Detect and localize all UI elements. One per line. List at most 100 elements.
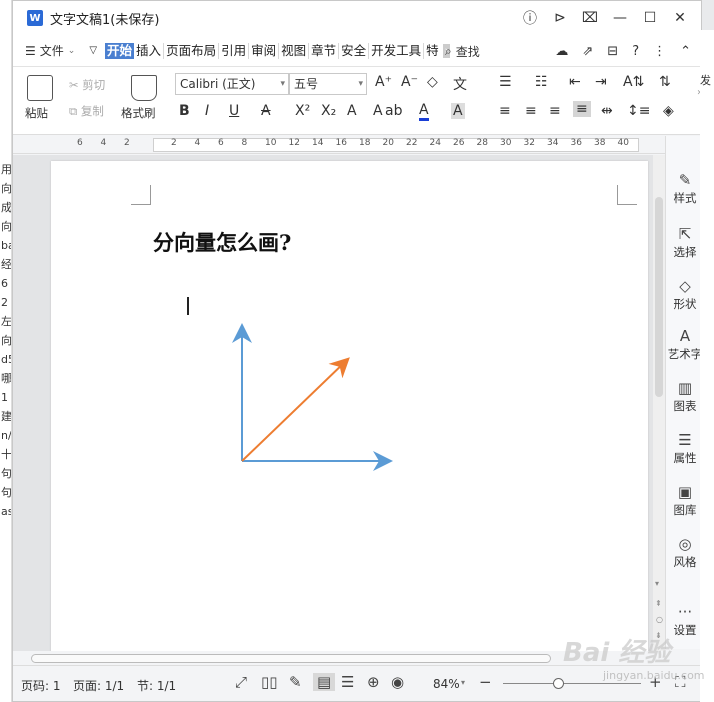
char-shading-icon[interactable]: A — [373, 103, 383, 119]
collapse-ribbon-icon[interactable]: ⌃ — [680, 44, 691, 59]
pages-status[interactable]: 页面: 1/1 — [73, 677, 124, 694]
eye-protection-icon[interactable]: ◉ — [391, 673, 404, 691]
shading-icon[interactable]: ◈ — [663, 103, 674, 119]
italic-icon[interactable]: I — [205, 103, 209, 119]
select-browse-icon[interactable]: ○ — [656, 615, 663, 624]
font-color-icon[interactable]: A — [419, 103, 429, 121]
web-view-icon[interactable]: ⊕ — [367, 673, 380, 691]
side-panel-item[interactable]: ☰ 属性 — [666, 430, 704, 466]
superscript-icon[interactable]: X² — [295, 103, 310, 119]
align-left-icon[interactable]: ≡ — [499, 103, 511, 119]
vertical-scrollbar[interactable]: ▾ ⇞ ○ ⇟ — [653, 155, 665, 651]
side-panel-item[interactable]: ▥ 图表 — [666, 378, 704, 414]
side-panel-item[interactable]: ⇱ 选择 — [666, 224, 704, 260]
side-panel-item[interactable]: ✎ 样式 — [666, 170, 704, 206]
phonetic-icon[interactable]: 文 — [453, 74, 467, 94]
copy-button[interactable]: ⧉ 复制 — [69, 103, 104, 119]
tab-references[interactable]: 引用 — [219, 42, 250, 59]
horizontal-scroll-thumb[interactable] — [31, 654, 551, 663]
tab-home[interactable]: 开始 — [105, 42, 135, 59]
maximize-icon[interactable]: ☐ — [635, 10, 665, 26]
paste-icon[interactable] — [27, 75, 53, 101]
document-heading[interactable]: 分向量怎么画? — [153, 227, 291, 257]
tab-special[interactable]: 特 — [424, 43, 441, 59]
side-panel-item[interactable]: ▣ 图库 — [666, 482, 704, 518]
numbered-list-icon[interactable]: ☷ — [535, 74, 548, 90]
share-icon[interactable]: ⇗ — [582, 44, 593, 59]
decrease-indent-icon[interactable]: ⇤ — [569, 74, 581, 90]
format-painter-icon[interactable] — [131, 75, 157, 101]
underline-icon[interactable]: U — [229, 103, 239, 119]
minimize-icon[interactable]: — — [605, 10, 635, 26]
bold-icon[interactable]: B — [179, 103, 190, 119]
tab-page-layout[interactable]: 页面布局 — [164, 42, 220, 59]
page-number-status[interactable]: 页码: 1 — [21, 677, 61, 694]
zoom-level[interactable]: 84% — [433, 677, 460, 691]
paste-label[interactable]: 粘贴 — [25, 105, 48, 121]
bg-left-line: 向 — [1, 182, 12, 195]
side-panel-item[interactable]: A 艺术字 — [666, 326, 704, 362]
scroll-down-icon[interactable]: ▾ — [655, 579, 659, 588]
font-size-select[interactable]: 五号 ▾ — [289, 73, 367, 95]
clear-format-icon[interactable]: ◇ — [427, 74, 438, 90]
justify-icon[interactable]: ≡ — [573, 101, 591, 117]
side-panel-item[interactable]: ◇ 形状 — [666, 276, 704, 312]
cut-button[interactable]: ✂ 剪切 — [69, 77, 105, 93]
document-page[interactable]: 分向量怎么画? — [51, 161, 648, 651]
format-painter-label[interactable]: 格式刷 — [121, 105, 156, 121]
text-direction-icon[interactable]: A⇅ — [623, 74, 644, 90]
file-menu[interactable]: ☰ 文件 ⌄ — [25, 42, 75, 59]
text-effect-icon[interactable]: A — [347, 103, 357, 119]
zoom-out-icon[interactable]: − — [479, 673, 492, 691]
align-center-icon[interactable]: ≡ — [525, 103, 537, 119]
restore-window-icon[interactable]: ⌧ — [575, 10, 605, 26]
zoom-slider[interactable] — [503, 678, 641, 689]
tab-insert[interactable]: 插入 — [134, 42, 165, 59]
highlight-icon[interactable]: ab — [385, 103, 402, 119]
strikethrough-icon[interactable]: A — [261, 103, 271, 119]
font-family-select[interactable]: Calibri (正文) ▾ — [175, 73, 289, 95]
cloud-icon[interactable]: ☁ — [555, 44, 568, 59]
grow-font-icon[interactable]: A⁺ — [375, 74, 392, 90]
distributed-icon[interactable]: ⇹ — [601, 103, 613, 119]
side-panel-label: 属性 — [673, 451, 697, 465]
zoom-dropdown-icon[interactable]: ▾ — [461, 678, 465, 687]
ruler-tick-label: 26 — [453, 138, 465, 148]
info-icon[interactable]: ⓘ — [515, 8, 545, 28]
tab-section[interactable]: 章节 — [309, 42, 340, 59]
pin-icon[interactable]: ⊳ — [545, 10, 575, 26]
bullet-list-icon[interactable]: ☰ — [499, 74, 512, 90]
page-view-icon[interactable]: ▤ — [313, 673, 336, 691]
sort-icon[interactable]: ⇅ — [659, 74, 671, 90]
fullscreen-icon[interactable]: ⤢ — [235, 673, 247, 691]
export-icon[interactable]: ⊟ — [607, 44, 618, 59]
outline-view-icon[interactable]: ☰ — [341, 673, 354, 691]
tab-review[interactable]: 审阅 — [249, 42, 280, 59]
horizontal-ruler[interactable]: 6 4 2 2 4 6 8 10 12 14 16 18 20 22 24 26 28 30 32 34 36 38 40 — [13, 136, 665, 154]
tab-view[interactable]: 视图 — [279, 42, 310, 59]
quick-access-dropdown-icon[interactable]: ▽ — [89, 45, 97, 56]
vector-diagram[interactable] — [221, 311, 411, 471]
tab-security[interactable]: 安全 — [339, 42, 370, 59]
side-panel-item[interactable]: ◎ 风格 — [666, 534, 704, 570]
resultant-vector[interactable] — [241, 357, 350, 462]
help-icon[interactable]: ? — [632, 44, 639, 59]
align-right-icon[interactable]: ≡ — [549, 103, 561, 119]
file-menu-label: 文件 — [39, 44, 64, 58]
ruler-tick-label: 38 — [594, 138, 606, 148]
subscript-icon[interactable]: X₂ — [321, 103, 336, 119]
char-border-icon[interactable]: A — [451, 103, 465, 119]
more-icon[interactable]: ⋮ — [653, 44, 666, 59]
read-mode-icon[interactable]: ▯▯ — [261, 673, 278, 691]
increase-indent-icon[interactable]: ⇥ — [595, 74, 607, 90]
shrink-font-icon[interactable]: A⁻ — [401, 74, 418, 90]
search-button[interactable]: ⌕ 查找 — [445, 35, 480, 67]
prev-page-icon[interactable]: ⇞ — [655, 599, 662, 608]
vertical-scroll-thumb[interactable] — [655, 197, 663, 397]
line-spacing-icon[interactable]: ↕≡ — [627, 103, 650, 119]
tab-developer[interactable]: 开发工具 — [369, 42, 425, 59]
section-status[interactable]: 节: 1/1 — [137, 677, 176, 694]
write-mode-icon[interactable]: ✎ — [289, 673, 302, 691]
close-icon[interactable]: ✕ — [665, 10, 695, 26]
bg-left-line: 哪 — [1, 372, 12, 385]
